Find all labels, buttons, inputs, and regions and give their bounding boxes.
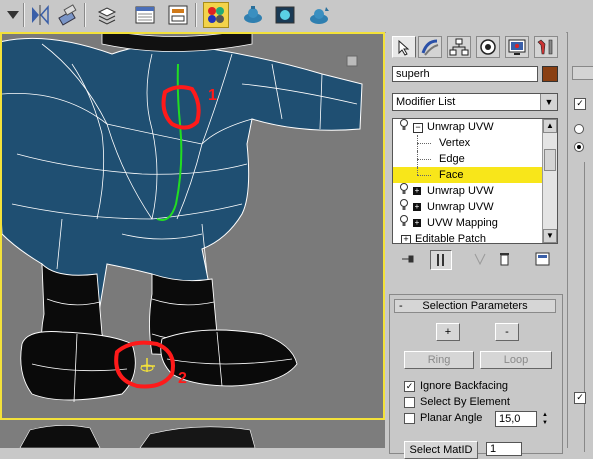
bottom-viewport[interactable] bbox=[0, 420, 385, 448]
scroll-up-icon[interactable]: ▲ bbox=[543, 119, 557, 133]
stack-subitem-edge[interactable]: Edge bbox=[393, 151, 543, 167]
stack-scrollbar[interactable]: ▲ ▼ bbox=[542, 119, 557, 243]
transform-gizmo bbox=[140, 358, 155, 372]
modifier-stack[interactable]: − Unwrap UVW Vertex Edge Face + Unwrap U… bbox=[392, 118, 558, 244]
ignore-backfacing-label: Ignore Backfacing bbox=[420, 380, 509, 392]
command-panel: superh Modifier List ▼ − Unwrap UVW Vert… bbox=[386, 32, 566, 459]
schematic-view-icon[interactable] bbox=[165, 2, 191, 28]
select-by-element-checkbox[interactable] bbox=[404, 397, 415, 408]
material-editor-icon[interactable] bbox=[203, 2, 229, 28]
configure-sets-icon[interactable] bbox=[532, 250, 554, 270]
stack-item-label: Unwrap UVW bbox=[427, 185, 494, 197]
select-by-element-label: Select By Element bbox=[420, 396, 510, 408]
secondary-rollout-header[interactable] bbox=[572, 66, 593, 80]
light-bulb-icon[interactable] bbox=[399, 215, 409, 232]
stack-subitem-face[interactable]: Face bbox=[393, 167, 543, 183]
rollout-title: Selection Parameters bbox=[422, 300, 528, 312]
chevron-down-icon[interactable]: ▼ bbox=[540, 94, 557, 110]
spinner-up-icon[interactable]: ▲ bbox=[540, 411, 550, 419]
remove-modifier-icon[interactable] bbox=[494, 250, 516, 270]
ignore-backfacing-checkbox[interactable]: ✓ bbox=[404, 381, 415, 392]
hierarchy-icon[interactable] bbox=[447, 36, 471, 58]
expand-icon[interactable]: + bbox=[413, 219, 421, 227]
display-icon[interactable] bbox=[505, 36, 529, 58]
stack-item-unwrap-uvw[interactable]: + Unwrap UVW bbox=[393, 183, 543, 199]
stack-item-unwrap-uvw[interactable]: + Unwrap UVW bbox=[393, 199, 543, 215]
annotation-label-2: 2 bbox=[178, 370, 187, 387]
annotation-label-1: 1 bbox=[208, 87, 217, 104]
create-icon[interactable] bbox=[392, 36, 416, 58]
stack-item-label: Unwrap UVW bbox=[427, 121, 494, 133]
stack-toolbar bbox=[392, 250, 558, 272]
modifier-list-label: Modifier List bbox=[396, 96, 456, 108]
render-last-icon[interactable] bbox=[306, 2, 332, 28]
modify-icon[interactable] bbox=[418, 36, 442, 58]
pin-stack-icon[interactable] bbox=[398, 250, 420, 270]
stack-item-label: Editable Patch bbox=[415, 233, 486, 244]
secondary-button-column bbox=[584, 162, 593, 452]
secondary-checkbox[interactable]: ✓ bbox=[574, 98, 586, 110]
grow-selection-button[interactable]: + bbox=[436, 323, 460, 341]
viewport-mesh-preview bbox=[19, 425, 256, 448]
main-toolbar bbox=[0, 0, 593, 33]
object-name-field[interactable]: superh bbox=[392, 66, 538, 82]
light-bulb-icon[interactable] bbox=[399, 183, 409, 200]
stack-item-label: Vertex bbox=[439, 137, 471, 149]
ring-button[interactable]: Ring bbox=[404, 351, 474, 369]
scroll-down-icon[interactable]: ▼ bbox=[543, 229, 557, 243]
select-matid-button[interactable]: Select MatID bbox=[404, 441, 478, 459]
render-scene-icon[interactable] bbox=[240, 2, 266, 28]
motion-icon[interactable] bbox=[476, 36, 500, 58]
stack-item-label: Face bbox=[439, 169, 464, 181]
toolbar-separator bbox=[23, 3, 25, 27]
secondary-radio[interactable] bbox=[574, 124, 584, 134]
perspective-viewport[interactable]: 1 2 bbox=[0, 32, 385, 420]
planar-angle-checkbox[interactable] bbox=[404, 413, 415, 424]
shrink-selection-button[interactable]: - bbox=[495, 323, 519, 341]
quick-render-icon[interactable] bbox=[272, 2, 298, 28]
stack-item-uvw-mapping[interactable]: + UVW Mapping bbox=[393, 215, 543, 231]
align-icon[interactable] bbox=[55, 2, 81, 28]
toolbar-separator bbox=[195, 3, 197, 27]
curve-editor-icon[interactable] bbox=[132, 2, 158, 28]
spinner-down-icon[interactable]: ▼ bbox=[540, 419, 550, 427]
planar-angle-label: Planar Angle bbox=[420, 412, 483, 424]
rollout-header[interactable]: - Selection Parameters bbox=[394, 299, 556, 313]
stack-item-editable-patch[interactable]: + Editable Patch bbox=[393, 231, 543, 244]
expand-icon[interactable]: + bbox=[413, 203, 421, 211]
expand-icon[interactable]: + bbox=[401, 235, 411, 243]
collapse-rollout-icon[interactable]: - bbox=[399, 300, 403, 312]
viewcube-icon bbox=[346, 55, 358, 67]
mirror-icon[interactable] bbox=[27, 2, 53, 28]
character-mesh bbox=[2, 34, 363, 403]
modifier-list-dropdown[interactable]: Modifier List ▼ bbox=[392, 93, 558, 111]
stack-item-label: Unwrap UVW bbox=[427, 201, 494, 213]
stack-item-label: UVW Mapping bbox=[427, 217, 498, 229]
make-unique-icon[interactable] bbox=[470, 250, 492, 270]
toolbar-separator bbox=[84, 3, 86, 27]
show-end-result-icon[interactable] bbox=[430, 250, 452, 270]
utilities-icon[interactable] bbox=[534, 36, 558, 58]
collapse-icon[interactable]: − bbox=[413, 123, 423, 133]
planar-angle-input[interactable]: 15,0 bbox=[495, 411, 537, 427]
secondary-radio-selected[interactable] bbox=[574, 142, 584, 152]
light-bulb-icon[interactable] bbox=[399, 199, 409, 216]
layers-icon[interactable] bbox=[94, 2, 120, 28]
loop-button[interactable]: Loop bbox=[480, 351, 552, 369]
scrollbar-thumb[interactable] bbox=[544, 149, 556, 171]
stack-subitem-vertex[interactable]: Vertex bbox=[393, 135, 543, 151]
selection-parameters-rollout: - Selection Parameters + - Ring Loop ✓ I… bbox=[389, 294, 563, 459]
secondary-checkbox-2[interactable]: ✓ bbox=[574, 392, 586, 404]
stack-item-label: Edge bbox=[439, 153, 465, 165]
light-bulb-icon[interactable] bbox=[399, 119, 409, 136]
stack-item-unwrap-uvw[interactable]: − Unwrap UVW bbox=[393, 119, 543, 135]
secondary-panel: ✓ ✓ bbox=[567, 32, 593, 452]
matid-input[interactable]: 1 bbox=[486, 442, 522, 456]
expand-icon[interactable]: + bbox=[413, 187, 421, 195]
object-color-swatch[interactable] bbox=[542, 66, 558, 82]
